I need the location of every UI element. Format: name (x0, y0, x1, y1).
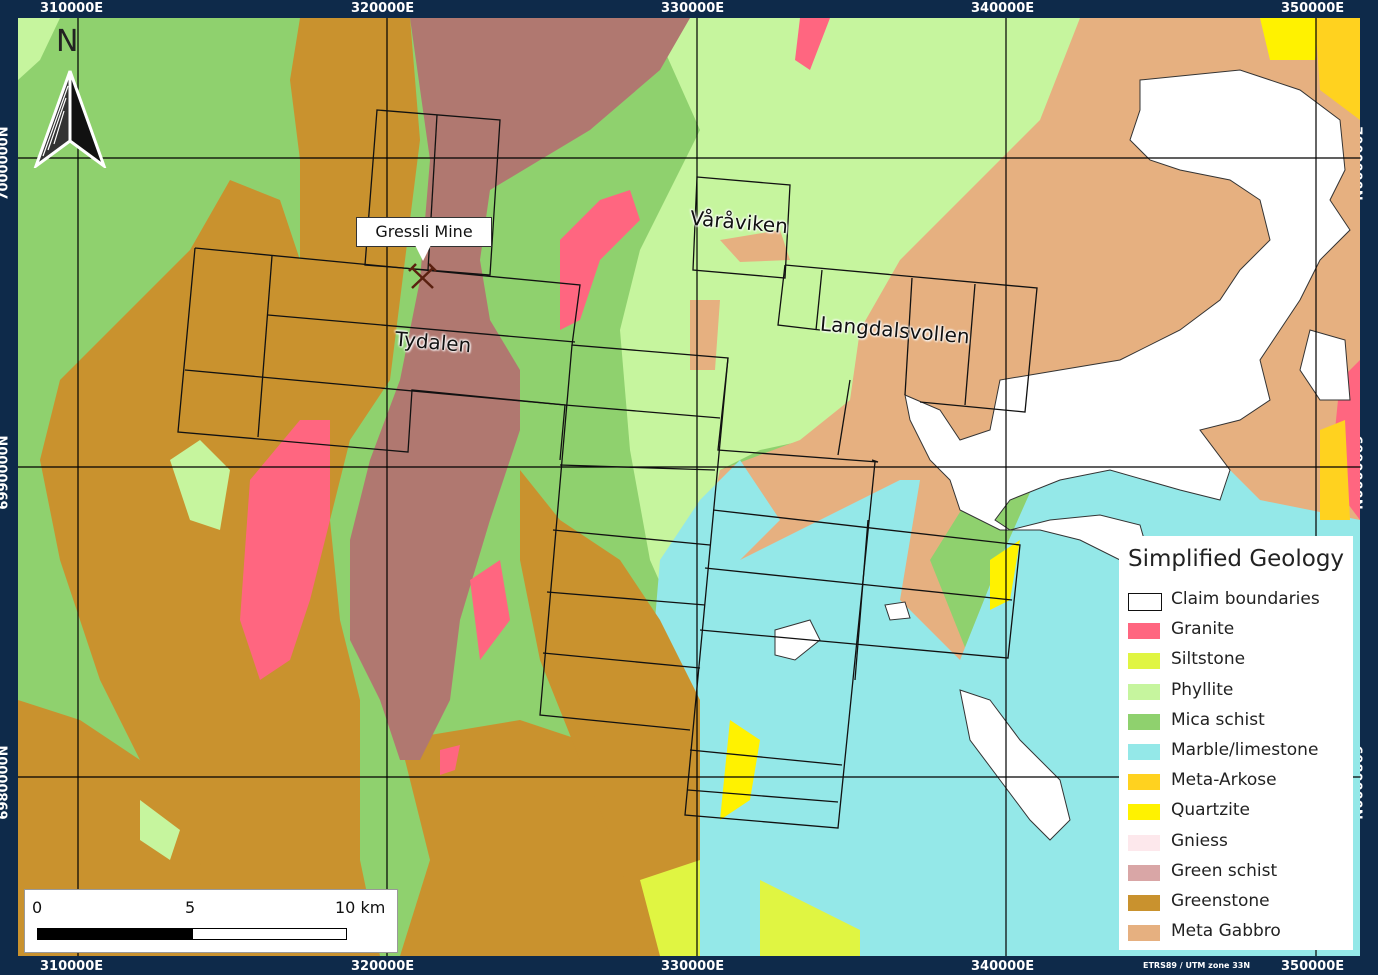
coord-top-5: 350000E (1281, 1, 1345, 16)
legend-swatch (1128, 834, 1160, 851)
coord-left-2: 6990000N (0, 435, 12, 510)
coord-bottom-2: 320000E (351, 959, 415, 974)
coord-top-4: 340000E (971, 1, 1035, 16)
legend-item: Claim boundaries (1128, 586, 1348, 616)
coord-top-3: 330000E (661, 1, 725, 16)
scale-label-end: 10 km (335, 898, 386, 917)
legend-item: Greenstone (1128, 888, 1348, 918)
legend-item: Marble/limestone (1128, 737, 1348, 767)
meta-gabbro-patch-2 (690, 300, 720, 370)
legend-item: Gniess (1128, 828, 1348, 858)
legend-item: Phyllite (1128, 677, 1348, 707)
scale-segment-black (37, 928, 192, 940)
scale-bar: 0 5 10 km (24, 889, 398, 953)
legend-swatch (1128, 895, 1160, 911)
legend-label: Siltstone (1171, 649, 1246, 670)
legend: Simplified Geology Claim boundaries Grani… (1119, 536, 1353, 950)
legend-item: Quartzite (1128, 797, 1348, 827)
legend-label: Granite (1171, 619, 1235, 640)
legend-swatch (1128, 925, 1160, 942)
legend-swatch (1128, 744, 1160, 760)
legend-swatch (1128, 593, 1162, 611)
legend-label: Meta-Arkose (1171, 770, 1277, 791)
coord-bottom-4: 340000E (971, 959, 1035, 974)
legend-label: Quartzite (1171, 800, 1250, 821)
legend-label: Marble/limestone (1171, 740, 1319, 760)
legend-label: Gniess (1171, 830, 1228, 851)
coord-bottom-5: 350000E (1281, 959, 1345, 974)
coord-left-1: 7000000N (0, 126, 12, 201)
legend-item: Meta-Arkose (1128, 767, 1348, 797)
quartzite-ne (1260, 18, 1320, 60)
legend-item: Green schist (1128, 858, 1348, 888)
legend-item: Mica schist (1128, 707, 1348, 737)
meta-arkose-e (1320, 420, 1350, 520)
map-frame: 310000E 320000E 330000E 340000E 350000E … (0, 0, 1378, 975)
legend-swatch (1128, 683, 1160, 700)
legend-label: Claim boundaries (1171, 589, 1320, 609)
scale-label-zero: 0 (32, 898, 43, 917)
scale-label-mid: 5 (185, 898, 196, 917)
legend-swatch (1128, 713, 1160, 730)
legend-label: Green schist (1171, 860, 1278, 881)
legend-item: Meta Gabbro (1128, 918, 1348, 948)
legend-swatch (1128, 653, 1160, 670)
coord-bottom-1: 310000E (40, 959, 104, 974)
legend-item: Granite (1128, 616, 1348, 646)
legend-swatch (1128, 774, 1160, 791)
legend-swatch (1128, 623, 1160, 640)
legend-swatch (1128, 804, 1160, 821)
legend-item: Siltstone (1128, 646, 1348, 676)
island-lake-2 (884, 601, 911, 621)
legend-title: Simplified Geology (1128, 546, 1345, 572)
crs-credit: ETRS89 / UTM zone 33N (1143, 961, 1251, 970)
coord-bottom-3: 330000E (661, 959, 725, 974)
legend-label: Greenstone (1171, 891, 1270, 911)
scale-segment-white (192, 928, 347, 940)
legend-swatch (1128, 864, 1160, 881)
legend-label: Mica schist (1171, 709, 1265, 730)
coord-top-2: 320000E (351, 1, 415, 16)
legend-label: Meta Gabbro (1171, 921, 1281, 942)
coord-left-3: 6980000N (0, 745, 12, 820)
north-label: N (56, 24, 79, 59)
legend-label: Phyllite (1171, 679, 1234, 700)
coord-top-1: 310000E (40, 1, 104, 16)
callout-pointer (415, 245, 431, 261)
gressli-mine-callout[interactable]: Gressli Mine (356, 217, 492, 247)
